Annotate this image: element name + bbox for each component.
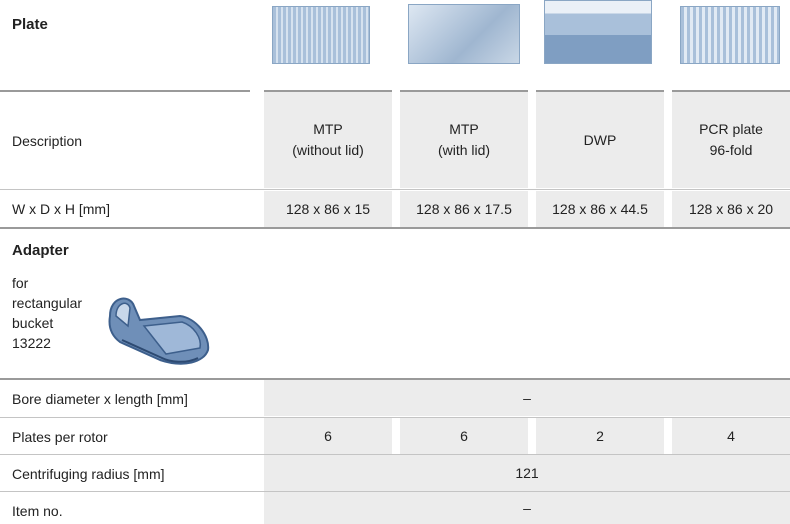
dimensions-label: W x D x H [mm] — [12, 201, 110, 217]
radius-label: Centrifuging radius [mm] — [12, 466, 165, 482]
item-value: – — [264, 492, 790, 524]
description-cell-2: MTP (with lid) — [400, 92, 528, 188]
adapter-heading: Adapter — [12, 242, 69, 259]
description-cell-4: PCR plate 96-fold — [672, 92, 790, 188]
dimensions-cell-3: 128 x 86 x 44.5 — [536, 191, 664, 227]
mtp-plate-image — [272, 6, 370, 64]
description-cell-1: MTP (without lid) — [264, 92, 392, 188]
mtp-lid-plate-image — [408, 4, 520, 64]
plates-cell-1: 6 — [264, 418, 392, 454]
dimensions-cell-2: 128 x 86 x 17.5 — [400, 191, 528, 227]
plate-heading: Plate — [12, 16, 48, 33]
dwp-plate-image — [544, 0, 652, 64]
item-label: Item no. — [12, 503, 63, 519]
dimensions-cell-1: 128 x 86 x 15 — [264, 191, 392, 227]
dimensions-cell-4: 128 x 86 x 20 — [672, 191, 790, 227]
plates-cell-3: 2 — [536, 418, 664, 454]
plates-label: Plates per rotor — [12, 429, 108, 445]
bore-label: Bore diameter x length [mm] — [12, 391, 188, 407]
bucket-adapter-image — [108, 297, 210, 365]
description-label: Description — [12, 133, 83, 149]
plates-cell-4: 4 — [672, 418, 790, 454]
radius-value: 121 — [264, 455, 790, 491]
adapter-for-label: for rectangular bucket 13222 — [12, 275, 83, 351]
plates-cell-2: 6 — [400, 418, 528, 454]
description-cell-3: DWP — [536, 92, 664, 188]
pcr-plate-image — [680, 6, 780, 64]
bore-value: – — [264, 380, 790, 416]
